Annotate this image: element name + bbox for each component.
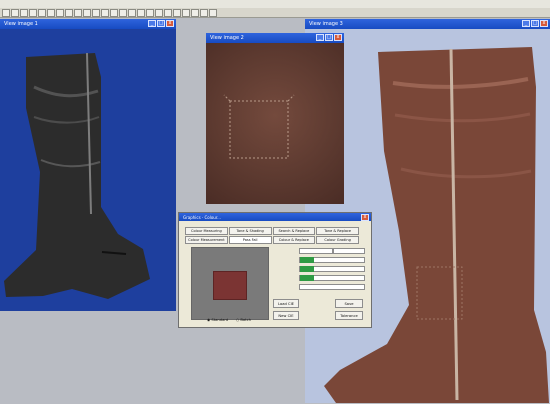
close-icon[interactable]: x [334,34,342,41]
tool-button[interactable] [2,8,10,17]
close-icon[interactable]: x [361,214,369,221]
dialog-titlebar[interactable]: Graphics · Colour... x [179,213,371,221]
tool-button[interactable] [173,8,181,17]
save-button[interactable]: Save [335,299,363,308]
tab-colour-measurement[interactable]: Colour Measurement [185,236,228,244]
tool-button[interactable] [101,8,109,17]
tool-button[interactable] [65,8,73,17]
maximize-icon[interactable]: □ [531,20,539,27]
tool-button[interactable] [200,8,208,17]
tab-tone-shading[interactable]: Tone & Shading [228,227,272,235]
tolerance-button[interactable]: Tolerance [335,311,363,320]
leather-sample-panel [206,43,344,204]
tool-button[interactable] [29,8,37,17]
toolbar [0,8,550,18]
tool-button[interactable] [128,8,136,17]
image-window-center[interactable]: View image 2 _ □ x [206,33,344,204]
tool-button[interactable] [47,8,55,17]
load-cie-button[interactable]: Load CIE [273,299,299,308]
tab-colour-grading[interactable]: Colour Grading [316,236,359,244]
colour-dialog[interactable]: Graphics · Colour... x Colour Measuring … [178,212,372,328]
close-icon[interactable]: x [540,20,548,27]
menu-bar [0,0,550,8]
tool-button[interactable] [191,8,199,17]
tab-colour-measuring[interactable]: Colour Measuring [185,227,228,235]
radio-batch-label: Batch [240,318,251,322]
tab-pass-fail[interactable]: Pass Fail [228,236,272,244]
tool-button[interactable] [155,8,163,17]
minimize-icon[interactable]: _ [148,20,156,27]
window-title: View image 1 [4,21,38,27]
minimize-icon[interactable]: _ [522,20,530,27]
tool-button[interactable] [182,8,190,17]
close-icon[interactable]: x [166,20,174,27]
tool-button[interactable] [110,8,118,17]
tab-tone-replace[interactable]: Tone & Replace [316,227,359,235]
stitch-pattern-image [223,94,295,159]
tool-button[interactable] [74,8,82,17]
maximize-icon[interactable]: □ [325,34,333,41]
window-title: View image 3 [309,21,343,27]
window-titlebar[interactable]: View image 1 _ □ x [0,19,176,29]
radio-standard[interactable]: ◉ Standard [207,318,228,322]
image-window-left[interactable]: View image 1 _ □ x [0,19,176,311]
window-titlebar[interactable]: View image 2 _ □ x [206,33,344,43]
tool-button[interactable] [38,8,46,17]
status-green-2 [300,266,314,272]
window-titlebar[interactable]: View image 3 _ □ x [305,19,550,29]
minimize-icon[interactable]: _ [316,34,324,41]
tool-button[interactable] [83,8,91,17]
tool-button[interactable] [137,8,145,17]
radio-batch[interactable]: ○ Batch [236,318,251,322]
field-2[interactable] [333,248,365,254]
radio-standard-label: Standard [211,318,229,322]
color-sample-swatch [213,271,247,300]
tool-button[interactable] [164,8,172,17]
tool-button[interactable] [20,8,28,17]
dialog-title: Graphics · Colour... [183,214,221,220]
tool-button[interactable] [92,8,100,17]
field-6[interactable] [299,284,365,290]
window-title: View image 2 [210,35,244,41]
tool-button[interactable] [56,8,64,17]
status-green-3 [300,275,314,281]
new-cie-button[interactable]: New CIE [273,311,299,320]
tab-colour-replace[interactable]: Colour & Replace [272,236,316,244]
preview-frame [191,247,269,320]
status-green-1 [300,257,314,263]
tool-button[interactable] [209,8,217,17]
image-panel-left [0,29,176,311]
maximize-icon[interactable]: □ [157,20,165,27]
field-1[interactable] [299,248,333,254]
tool-button[interactable] [11,8,19,17]
tool-button[interactable] [119,8,127,17]
tool-button[interactable] [146,8,154,17]
black-boot-image [4,52,150,299]
tab-search-replace[interactable]: Search & Replace [272,227,316,235]
